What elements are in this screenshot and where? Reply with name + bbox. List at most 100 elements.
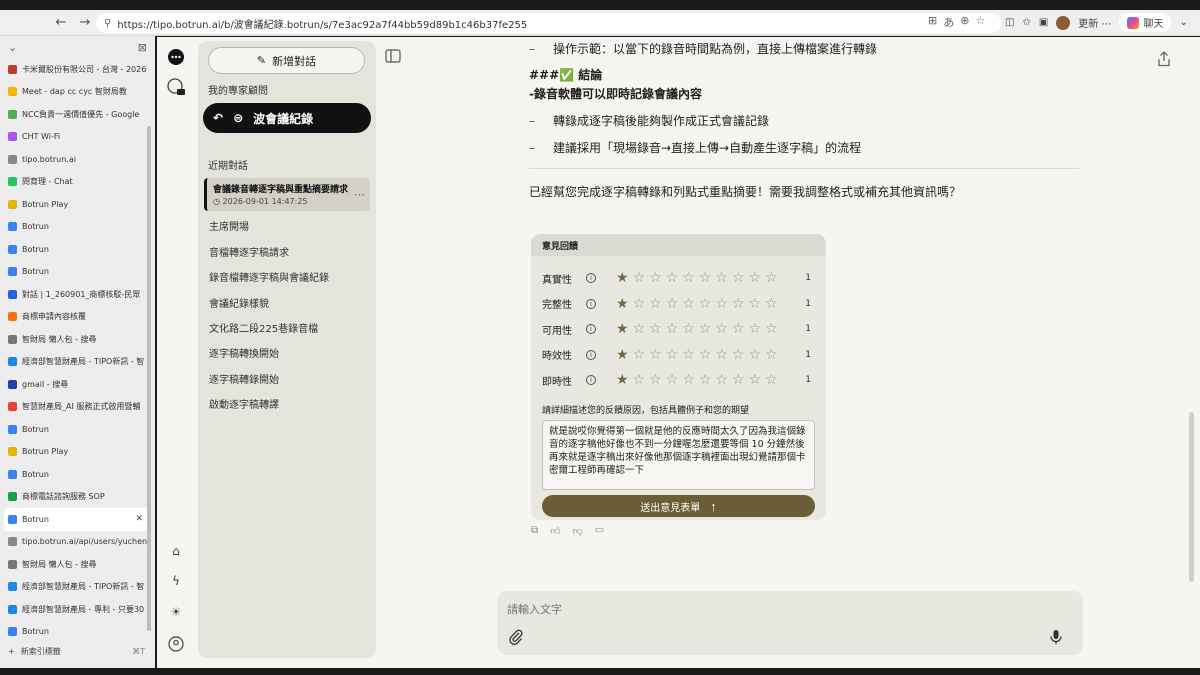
browser-tab[interactable]: Meet - dap cc cyc 智財局教 bbox=[0, 81, 155, 104]
history-item[interactable]: 逐字稿轉錄開始 bbox=[209, 371, 279, 386]
browser-tab[interactable]: 問育理 - Chat bbox=[0, 171, 155, 194]
star-icon[interactable]: ☆ bbox=[732, 373, 745, 387]
info-icon[interactable]: i bbox=[586, 298, 596, 309]
zoom-icon[interactable]: ⊕ bbox=[960, 14, 969, 30]
pin-sidebar-icon[interactable]: ⊠ bbox=[138, 41, 147, 54]
paperclip-icon[interactable] bbox=[509, 629, 523, 648]
star-icon[interactable]: ☆ bbox=[765, 348, 778, 362]
history-item[interactable]: 音檔轉逐字稿請求 bbox=[209, 244, 289, 259]
star-icon[interactable]: ☆ bbox=[633, 348, 646, 362]
browser-tab[interactable]: Botrun bbox=[0, 216, 155, 239]
browser-tab[interactable]: 智慧財產局_AI 服務正式啟用暨輔 bbox=[0, 396, 155, 419]
history-item[interactable]: 啟動逐字稿轉譯 bbox=[209, 396, 279, 411]
thumbs-down-icon[interactable]: 👎︎ bbox=[573, 525, 583, 537]
star-icon[interactable]: ☆ bbox=[749, 373, 762, 387]
submit-feedback-button[interactable]: 送出意見表單 ↑ bbox=[542, 495, 815, 517]
star-icon[interactable]: ☆ bbox=[666, 348, 679, 362]
star-icon[interactable]: ☆ bbox=[649, 271, 662, 285]
forward-icon[interactable]: → bbox=[74, 12, 96, 34]
bot-v2-icon[interactable] bbox=[165, 76, 187, 98]
star-icon[interactable]: ☆ bbox=[715, 373, 728, 387]
microphone-icon[interactable] bbox=[1050, 629, 1062, 648]
star-icon[interactable]: ☆ bbox=[682, 271, 695, 285]
star-icon[interactable]: ☆ bbox=[666, 373, 679, 387]
browser-tab[interactable]: Botrun bbox=[0, 621, 155, 644]
message-input[interactable] bbox=[507, 599, 1007, 619]
browser-tab[interactable]: 卡米爾股份有限公司 - 台灣 - 2026 bbox=[0, 58, 155, 81]
history-item[interactable]: 文化路二段225巷錄音檔 bbox=[209, 320, 318, 335]
copilot-chat-button[interactable]: 聊天 bbox=[1119, 13, 1172, 32]
browser-tab[interactable]: 商標申請內容核覆 bbox=[0, 306, 155, 329]
browser-tab[interactable]: 智財局 懶人包 - 搜尋 bbox=[0, 328, 155, 351]
sun-icon[interactable]: ☀ bbox=[165, 601, 187, 623]
expert-item[interactable]: ↶ ⊜ 波會議紀錄 bbox=[203, 103, 371, 133]
star-icon[interactable]: ☆ bbox=[666, 322, 679, 336]
star-icon[interactable]: ☆ bbox=[666, 271, 679, 285]
browser-tab[interactable]: CHT Wi-Fi bbox=[0, 126, 155, 149]
history-item-active[interactable]: 會議錄音轉逐字稿與重點摘要請求 ◷ 2026-09-01 14:47:25 ⋯ bbox=[204, 178, 370, 211]
info-icon[interactable]: i bbox=[586, 273, 596, 283]
star-icon[interactable]: ☆ bbox=[666, 297, 679, 311]
star-icon[interactable]: ☆ bbox=[699, 271, 712, 285]
star-icon[interactable]: ☆ bbox=[699, 322, 712, 336]
star-icon[interactable]: ☆ bbox=[749, 322, 762, 336]
star-icon[interactable]: ★ bbox=[616, 373, 629, 387]
star-icon[interactable]: ☆ bbox=[732, 348, 745, 362]
star-icon[interactable]: ☆ bbox=[682, 373, 695, 387]
collapse-tabs-icon[interactable]: ⌄ bbox=[8, 41, 17, 54]
app-install-icon[interactable]: ⊞ bbox=[928, 14, 937, 30]
browser-tab[interactable]: gmail - 搜尋 bbox=[0, 373, 155, 396]
star-icon[interactable]: ★ bbox=[616, 271, 629, 285]
star-icon[interactable]: ☆ bbox=[682, 297, 695, 311]
share-icon[interactable] bbox=[1157, 51, 1171, 70]
update-button[interactable]: 更新 ⋯ bbox=[1078, 15, 1111, 30]
lightning-icon[interactable]: ϟ bbox=[165, 570, 187, 592]
browser-tab[interactable]: Botrun Play bbox=[0, 441, 155, 464]
favorite-star-icon[interactable]: ☆ bbox=[975, 14, 985, 30]
browser-tab[interactable]: Botrun bbox=[0, 418, 155, 441]
star-icon[interactable]: ☆ bbox=[633, 297, 646, 311]
browser-tab[interactable]: Botrun bbox=[0, 463, 155, 486]
browser-tab[interactable]: 對話 | 1_260901_商標核駁-民眾 bbox=[0, 283, 155, 306]
browser-tab[interactable]: 智財局 懶人包 - 搜尋 bbox=[0, 553, 155, 576]
chat-bubble-icon[interactable] bbox=[165, 46, 187, 68]
presentation-icon[interactable]: ⌂ bbox=[165, 540, 187, 562]
star-icon[interactable]: ★ bbox=[616, 297, 629, 311]
star-icon[interactable]: ☆ bbox=[715, 271, 728, 285]
browser-tab[interactable]: 商標電話諮詢服務 SOP bbox=[0, 486, 155, 509]
history-item[interactable]: 逐字稿轉換開始 bbox=[209, 345, 279, 360]
browser-tab[interactable]: tipo.botrun.ai bbox=[0, 148, 155, 171]
toggle-sidebar-icon[interactable] bbox=[385, 49, 401, 66]
browser-tab[interactable]: NCC負責一週價值優先 - Google bbox=[0, 103, 155, 126]
profile-avatar[interactable] bbox=[1056, 15, 1071, 30]
star-icon[interactable]: ☆ bbox=[765, 297, 778, 311]
new-tab-button[interactable]: + 新索引標籤 ⌘T bbox=[0, 641, 155, 661]
collections-icon[interactable]: ▣ bbox=[1039, 17, 1048, 28]
star-icon[interactable]: ☆ bbox=[649, 348, 662, 362]
star-icon[interactable]: ☆ bbox=[749, 271, 762, 285]
browser-tab[interactable]: 經濟部智慧財產局 - TIPO新訊 - 智 bbox=[0, 351, 155, 374]
star-icon[interactable]: ☆ bbox=[732, 322, 745, 336]
browser-tab[interactable]: Botrun Play bbox=[0, 193, 155, 216]
info-icon[interactable]: i bbox=[586, 324, 596, 334]
close-tab-icon[interactable]: ✕ bbox=[135, 514, 143, 524]
chevron-down-icon[interactable]: ⌄ bbox=[1179, 17, 1187, 28]
browser-tab[interactable]: Botrun ✕ bbox=[4, 508, 149, 531]
star-icon[interactable]: ☆ bbox=[633, 271, 646, 285]
star-icon[interactable]: ☆ bbox=[682, 322, 695, 336]
new-chat-button[interactable]: ✎ 新增對話 bbox=[208, 47, 365, 74]
star-icon[interactable]: ☆ bbox=[682, 348, 695, 362]
star-icon[interactable]: ☆ bbox=[715, 348, 728, 362]
browser-tab[interactable]: Botrun bbox=[0, 238, 155, 261]
site-info-icon[interactable]: ⚲ bbox=[104, 18, 111, 29]
star-icon[interactable]: ☆ bbox=[765, 373, 778, 387]
thumbs-up-icon[interactable]: 👍︎ bbox=[550, 525, 560, 537]
browser-tab[interactable]: 經濟部智慧財產局 - 專利 - 只要30 bbox=[0, 598, 155, 621]
feedback-textarea[interactable] bbox=[542, 420, 815, 490]
star-icon[interactable]: ☆ bbox=[732, 271, 745, 285]
tab-scrollbar[interactable] bbox=[147, 126, 151, 631]
browser-tab[interactable]: Botrun bbox=[0, 261, 155, 284]
info-icon[interactable]: i bbox=[586, 349, 596, 360]
browser-tab[interactable]: tipo.botrun.ai/api/users/yuchen_ bbox=[0, 531, 155, 554]
user-account-icon[interactable] bbox=[165, 633, 187, 655]
